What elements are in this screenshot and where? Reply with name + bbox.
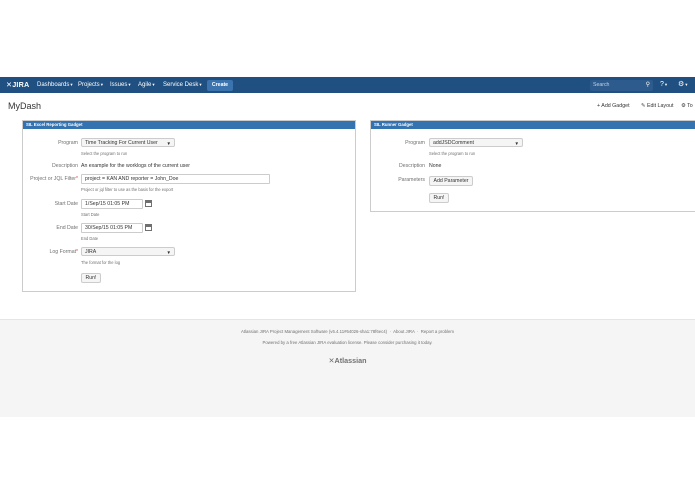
- gadget-title: SIL Runner Gadget: [371, 121, 695, 129]
- page-title: MyDash: [8, 101, 42, 111]
- nav-service-desk[interactable]: Service Desk▾: [163, 77, 202, 93]
- parameters-label: Parameters: [398, 177, 425, 183]
- plus-icon: +: [597, 103, 601, 109]
- about-jira-link[interactable]: About JIRA: [393, 329, 415, 334]
- program-help: Select the program to run: [81, 151, 128, 156]
- jira-logo[interactable]: ✕JIRA: [6, 77, 29, 93]
- run-button[interactable]: Run!: [429, 193, 449, 203]
- pencil-icon: ✎: [641, 103, 646, 109]
- chevron-down-icon: ▾: [199, 82, 202, 87]
- end-date-help: End Date: [81, 236, 99, 241]
- add-gadget-button[interactable]: + Add Gadget: [597, 103, 630, 109]
- end-date-label: End Date: [56, 225, 78, 231]
- calendar-icon[interactable]: [145, 200, 152, 207]
- required-asterisk: *: [76, 176, 78, 182]
- gear-icon: ⚙: [678, 81, 685, 88]
- chevron-down-icon: ▼: [514, 141, 519, 146]
- excel-reporting-gadget: SIL Excel Reporting Gadget Program Time …: [22, 120, 356, 292]
- calendar-icon[interactable]: [145, 224, 152, 231]
- program-label: Program: [405, 140, 425, 146]
- start-date-label: Start Date: [54, 201, 78, 207]
- top-nav-bar: ✕JIRA Dashboards▾ Projects▾ Issues▾ Agil…: [0, 77, 695, 93]
- search-input[interactable]: Search ⚲: [590, 79, 653, 91]
- log-format-label: Log Format*: [49, 249, 78, 255]
- edit-layout-button[interactable]: ✎ Edit Layout: [641, 103, 673, 109]
- search-placeholder: Search: [593, 81, 610, 88]
- description-value: An example for the worklogs of the curre…: [81, 163, 190, 169]
- run-button[interactable]: Run!: [81, 273, 101, 283]
- program-label: Program: [58, 140, 78, 146]
- license-text: Powered by a free Atlassian JIRA evaluat…: [262, 340, 433, 345]
- chevron-down-icon: ▾: [152, 82, 155, 87]
- required-asterisk: *: [76, 249, 78, 255]
- settings-menu[interactable]: ⚙▾: [678, 77, 688, 93]
- create-button[interactable]: Create: [207, 79, 233, 91]
- end-date-input[interactable]: 30/Sep/15 01:05 PM: [81, 223, 143, 233]
- gear-icon: ⚙: [681, 103, 686, 109]
- runner-gadget: SIL Runner Gadget Program addJSDComment …: [370, 120, 695, 212]
- filter-help: Project or jql filter to use as the basi…: [81, 187, 174, 192]
- chevron-down-icon: ▾: [664, 82, 668, 87]
- chevron-down-icon: ▾: [70, 82, 73, 87]
- search-icon: ⚲: [645, 81, 650, 88]
- program-help: Select the program to run: [429, 151, 476, 156]
- gadget-title: SIL Excel Reporting Gadget: [23, 121, 355, 129]
- start-date-input[interactable]: 1/Sep/15 01:05 PM: [81, 199, 143, 209]
- description-value: None: [429, 163, 442, 169]
- program-select[interactable]: Time Tracking For Current User ▼: [81, 138, 175, 147]
- help-menu[interactable]: ?▾: [660, 77, 667, 93]
- chevron-down-icon: ▼: [166, 250, 171, 255]
- report-problem-link[interactable]: Report a problem: [421, 329, 454, 334]
- chevron-down-icon: ▾: [100, 82, 103, 87]
- filter-label: Project or JQL Filter*: [30, 176, 78, 182]
- jql-filter-input[interactable]: project = KAN AND reporter = John_Doe: [81, 174, 270, 184]
- tools-button[interactable]: ⚙ To: [681, 103, 693, 109]
- atlassian-footer-logo[interactable]: ✕Atlassian: [0, 356, 695, 365]
- chevron-down-icon: ▾: [128, 82, 131, 87]
- description-label: Description: [399, 163, 425, 169]
- start-date-help: Start Date: [81, 212, 100, 217]
- nav-dashboards[interactable]: Dashboards▾: [37, 77, 73, 93]
- nav-issues[interactable]: Issues▾: [110, 77, 131, 93]
- program-select[interactable]: addJSDComment ▼: [429, 138, 523, 147]
- log-format-select[interactable]: JIRA ▼: [81, 247, 175, 256]
- help-icon: ?: [660, 81, 664, 88]
- chevron-down-icon: ▼: [166, 141, 171, 146]
- nav-agile[interactable]: Agile▾: [138, 77, 155, 93]
- chevron-down-icon: ▾: [685, 82, 688, 87]
- footer: Atlassian JIRA Project Management Softwa…: [0, 319, 695, 417]
- footer-version-line: Atlassian JIRA Project Management Softwa…: [240, 329, 454, 334]
- add-parameter-button[interactable]: Add Parameter: [429, 176, 473, 186]
- version-text: Atlassian JIRA Project Management Softwa…: [240, 329, 388, 334]
- nav-projects[interactable]: Projects▾: [78, 77, 103, 93]
- log-format-help: The format for the log: [81, 260, 121, 265]
- description-label: Description: [52, 163, 78, 169]
